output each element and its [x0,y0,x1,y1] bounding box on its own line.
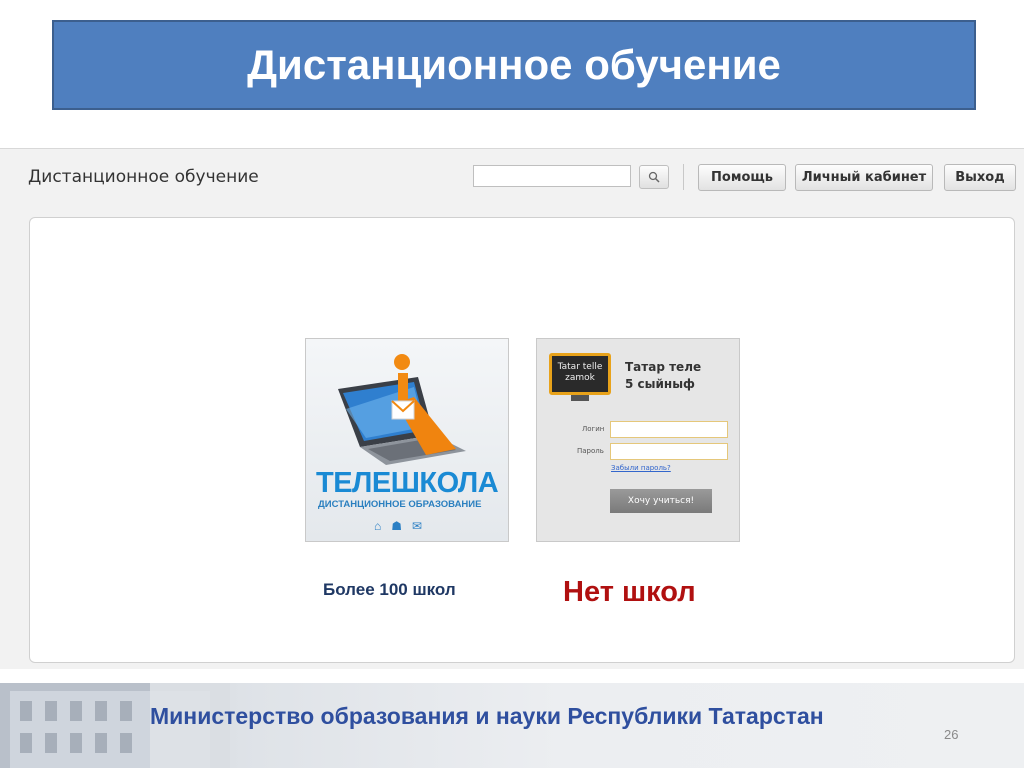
app-screenshot: Дистанционное обучение Помощь Личный каб… [0,148,1024,669]
tatar-title-line1: Татар теле [625,360,702,374]
toolbar-divider [683,164,684,190]
want-to-learn-button[interactable]: Хочу учиться! [610,489,712,513]
content-panel: ТЕЛЕШКОЛА ДИСТАНЦИОННОЕ ОБРАЗОВАНИЕ ⌂ ☗ … [29,217,1015,663]
schools-caption: Более 100 школ [323,580,456,599]
search-icon [648,171,660,183]
laptop-illustration [338,354,466,465]
login-label: Логин [582,425,605,433]
forgot-password-link[interactable]: Забыли пароль? [611,464,671,472]
page-number: 26 [944,727,959,742]
no-schools-caption: Нет школ [563,576,696,608]
slide-title-banner: Дистанционное обучение [52,20,976,110]
ministry-text: Министерство образования и науки Республ… [150,703,824,729]
login-field[interactable] [610,421,728,438]
teleschool-icons: ⌂ ☗ ✉ [374,519,422,533]
search-button[interactable] [639,165,669,189]
personal-cabinet-button[interactable]: Личный кабинет [795,164,933,191]
tatar-title: Татар теле 5 сыйныф [625,359,701,393]
slide-footer: Министерство образования и науки Республ… [0,683,1024,768]
tatar-title-line2: 5 сыйныф [625,377,695,391]
teleschool-card[interactable]: ТЕЛЕШКОЛА ДИСТАНЦИОННОЕ ОБРАЗОВАНИЕ ⌂ ☗ … [305,338,509,542]
board-text-line2: zamok [565,373,595,383]
slide-title: Дистанционное обучение [247,41,781,88]
app-title: Дистанционное обучение [28,167,259,187]
password-field[interactable] [610,443,728,460]
tatar-card: Tatar telle zamok Татар теле 5 сыйныф Ло… [536,338,740,542]
exit-button[interactable]: Выход [944,164,1016,191]
teleschool-subtitle: ДИСТАНЦИОННОЕ ОБРАЗОВАНИЕ [318,499,482,510]
chalkboard-icon: Tatar telle zamok [549,353,611,395]
home-icon[interactable]: ⌂ [374,519,381,533]
help-button[interactable]: Помощь [698,164,786,191]
sitemap-icon[interactable]: ☗ [391,519,402,533]
teleschool-brand: ТЕЛЕШКОЛА [316,467,499,499]
password-label: Пароль [577,447,604,455]
chalkboard-stand [571,395,589,401]
search-input[interactable] [473,165,631,187]
board-text-line1: Tatar telle [557,362,603,372]
mail-icon[interactable]: ✉ [412,519,422,533]
